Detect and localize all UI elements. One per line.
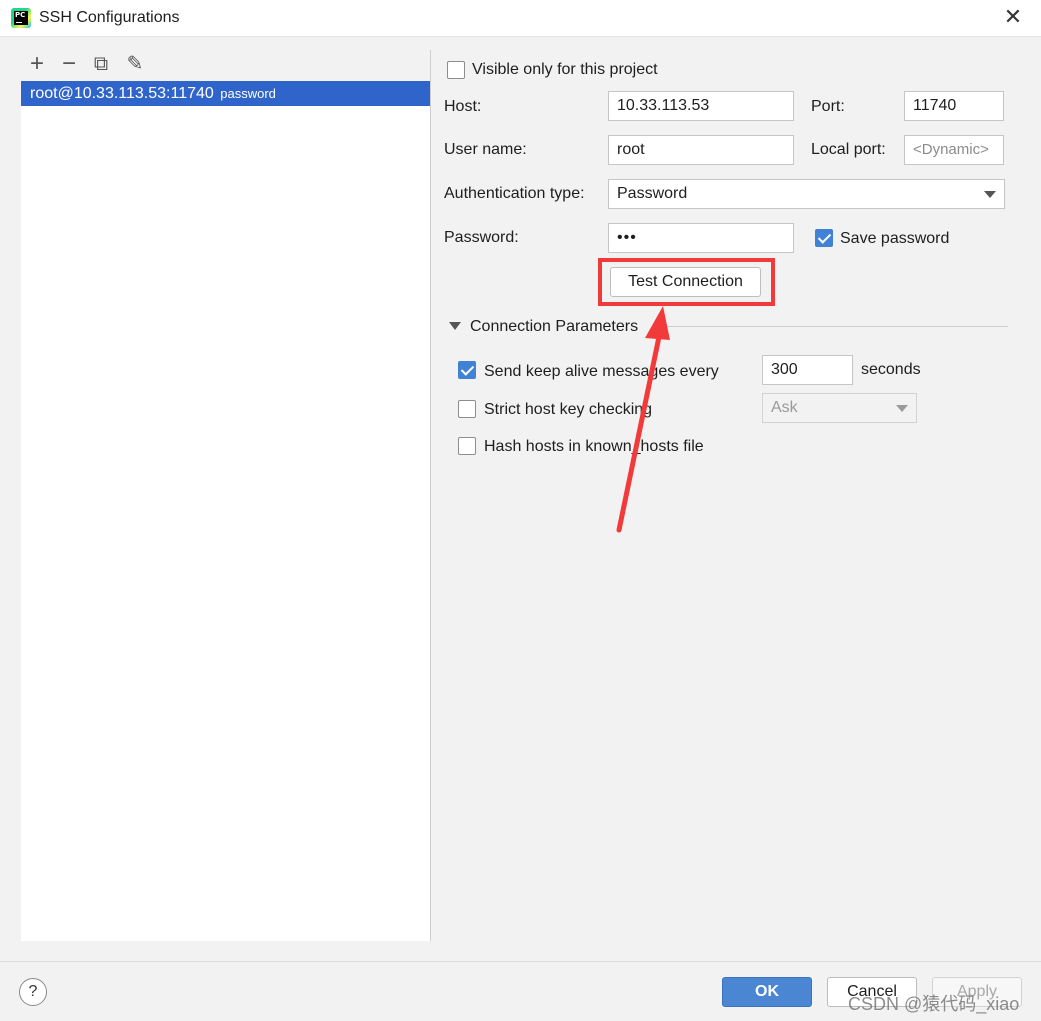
close-icon[interactable]: ✕ [1001,6,1025,30]
strict-host-checkbox[interactable] [458,400,476,418]
auth-type-label: Authentication type: [444,185,585,202]
footer-separator [0,961,1041,962]
ssh-config-list: root@10.33.113.53:11740 password [21,81,430,941]
hash-hosts-label: Hash hosts in known_hosts file [484,438,704,455]
keep-alive-label: Send keep alive messages every [484,363,719,380]
host-field[interactable]: 10.33.113.53 [608,91,794,121]
hash-hosts-checkbox[interactable] [458,437,476,455]
password-label: Password: [444,229,519,246]
save-password-checkbox[interactable] [815,229,833,247]
remove-icon[interactable]: − [56,50,82,78]
strict-host-value: Ask [771,399,798,416]
port-field[interactable]: 11740 [904,91,1004,121]
app-icon-text: PC [15,11,26,19]
save-password-label: Save password [840,230,950,247]
keep-alive-unit: seconds [861,361,921,378]
annotation-highlight-box [598,258,775,306]
connection-parameters-title[interactable]: Connection Parameters [470,318,638,336]
local-port-field[interactable]: <Dynamic> [904,135,1004,165]
window-title: SSH Configurations [39,9,180,26]
config-name: root@10.33.113.53:11740 [30,85,214,102]
add-icon[interactable]: + [24,50,50,78]
list-item-selected[interactable]: root@10.33.113.53:11740 password [21,81,430,106]
title-bar: PC SSH Configurations ✕ [0,0,1041,37]
username-field[interactable]: root [608,135,794,165]
watermark: CSDN @猿代码_xiao [848,994,1020,1014]
local-port-label: Local port: [811,141,886,158]
visible-only-label: Visible only for this project [472,61,658,78]
strict-host-label: Strict host key checking [484,401,653,418]
ok-button[interactable]: OK [722,977,812,1007]
edit-icon[interactable]: ✎ [122,50,148,78]
port-label: Port: [811,98,845,115]
chevron-down-icon [984,191,996,198]
pycharm-app-icon: PC [11,8,31,28]
chevron-down-icon [896,405,908,412]
keep-alive-interval-field[interactable]: 300 [762,355,853,385]
keep-alive-checkbox[interactable] [458,361,476,379]
config-auth: password [220,86,276,101]
help-button[interactable]: ? [19,978,47,1006]
annotation-arrow-shaft [616,329,663,533]
password-field[interactable]: ••• [608,223,794,253]
username-label: User name: [444,141,527,158]
annotation-arrow-head [645,306,670,340]
auth-type-value: Password [617,185,688,202]
strict-host-dropdown: Ask [762,393,917,423]
visible-only-checkbox[interactable] [447,61,465,79]
copy-icon[interactable]: ⧉ [88,50,114,78]
collapse-triangle-icon[interactable] [449,322,461,330]
panel-divider[interactable] [430,50,431,941]
section-separator [655,326,1008,327]
auth-type-dropdown[interactable]: Password [608,179,1005,209]
host-label: Host: [444,98,482,115]
